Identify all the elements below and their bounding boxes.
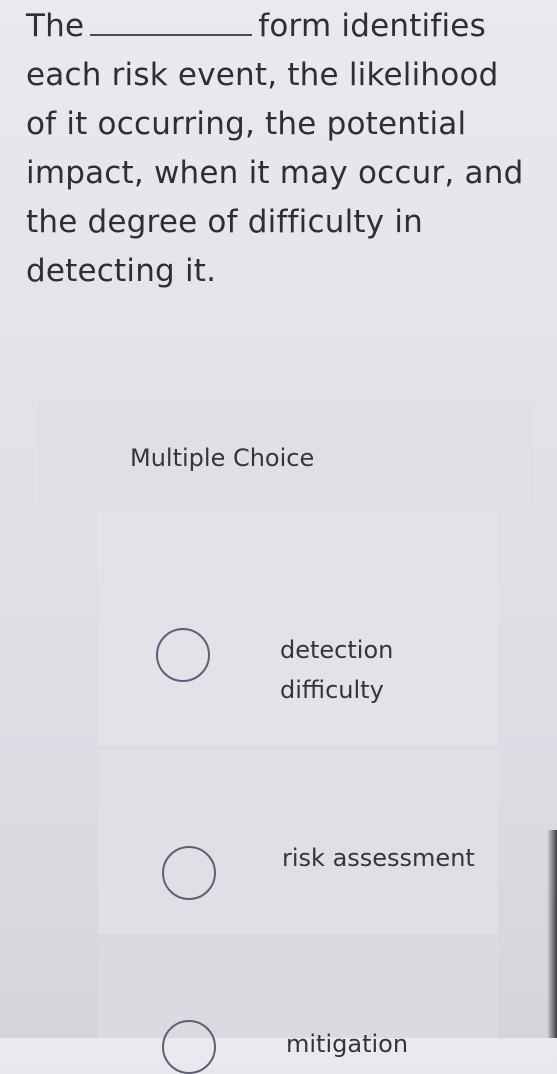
question-type-label: Multiple Choice (130, 444, 315, 472)
answer-blank (90, 4, 253, 36)
option-label: risk assessment (282, 844, 475, 872)
option-label: detection difficulty (280, 636, 394, 704)
options-list: detection difficulty risk assessment mit… (98, 506, 498, 1074)
question-prefix: The (26, 8, 85, 44)
option-detection-difficulty[interactable]: detection difficulty (98, 510, 498, 746)
radio-button[interactable] (156, 628, 210, 682)
radio-button[interactable] (162, 1020, 216, 1074)
option-label: mitigation (286, 1030, 409, 1058)
option-risk-assessment[interactable]: risk assessment (98, 750, 498, 934)
screen-edge-shadow (547, 830, 557, 1038)
radio-button[interactable] (162, 846, 216, 900)
question-text: The form identifies each risk event, the … (26, 2, 526, 296)
option-mitigation[interactable]: mitigation (98, 938, 498, 1074)
question-suffix: form identifies each risk event, the lik… (26, 8, 524, 289)
